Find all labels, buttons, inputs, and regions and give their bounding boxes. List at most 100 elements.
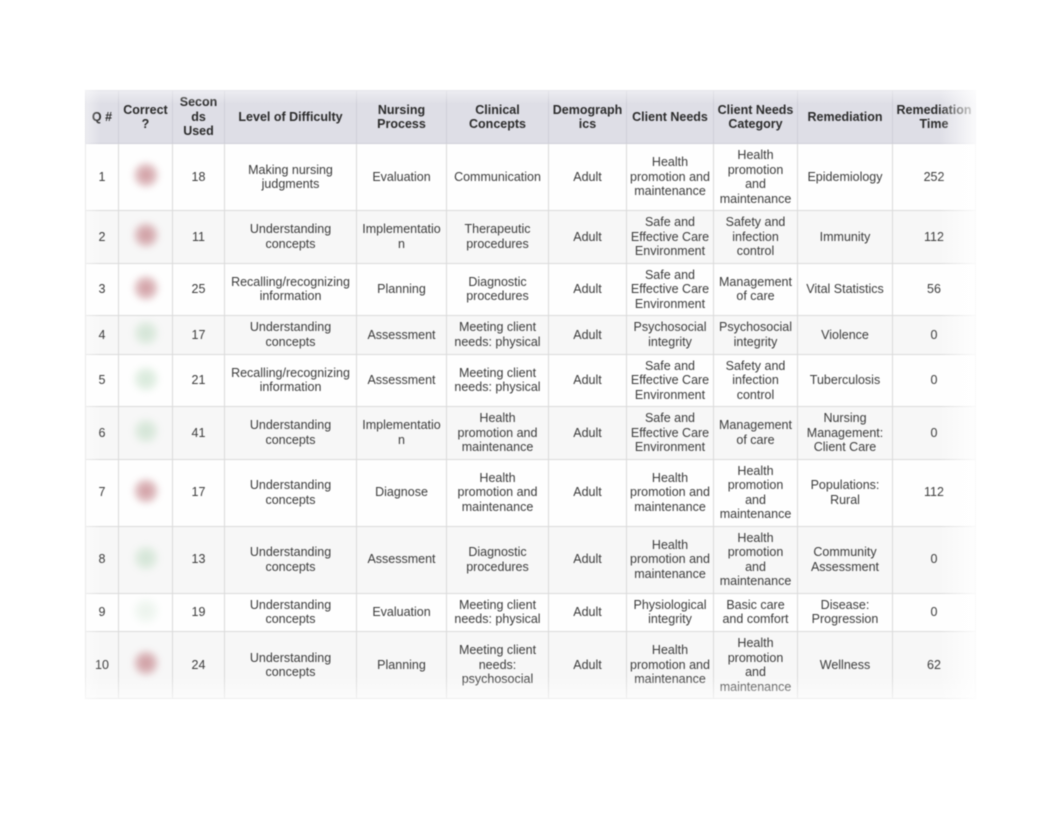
cell-cncat: Safety and infection control	[713, 353, 798, 407]
column-q-number[interactable]: Q #	[85, 90, 119, 144]
cell-cneeds: Physiological integrity	[626, 592, 714, 632]
cell-cncat: Basic care and comfort	[713, 592, 798, 632]
correct-marker-cell	[118, 406, 173, 460]
cell-cneeds: Health promotion and maintenance	[626, 631, 714, 699]
column-clinical-concepts[interactable]: Clinical Concepts	[446, 90, 549, 144]
cell-rtime: 0	[892, 315, 976, 355]
cell-cneeds: Safe and Effective Care Environment	[626, 353, 714, 407]
table-row[interactable]: 2 11 Understanding concepts Implementation T…	[85, 210, 976, 264]
incorrect-circle-icon	[132, 274, 159, 301]
cell-cconc: Therapeutic procedures	[446, 210, 549, 264]
correct-marker-cell	[118, 525, 173, 594]
cell-rtime: 62	[892, 631, 976, 699]
cell-cncat: Health promotion and maintenance	[713, 143, 798, 211]
cell-rtime: 112	[892, 458, 976, 527]
cell-secs: 17	[172, 315, 225, 355]
column-nursing-process[interactable]: Nursing Process	[356, 90, 447, 144]
cell-diff: Understanding concepts	[224, 406, 357, 460]
table-row[interactable]: 3 25 Recalling/recognizing information Plan…	[85, 262, 976, 316]
cell-cncat: Management of care	[713, 262, 798, 316]
cell-cconc: Health promotion and maintenance	[446, 458, 549, 527]
cell-diff: Recalling/recognizing information	[224, 262, 357, 316]
cell-secs: 21	[172, 353, 225, 407]
cell-secs: 19	[172, 592, 225, 632]
cell-qnum: 4	[85, 315, 119, 355]
column-client-needs[interactable]: Client Needs	[626, 90, 714, 144]
cell-cconc: Meeting client needs: psychosocial	[446, 631, 549, 699]
cell-cneeds: Health promotion and maintenance	[626, 143, 714, 211]
cell-cconc: Communication	[446, 143, 549, 211]
incorrect-circle-icon	[132, 162, 159, 189]
cell-demo: Adult	[548, 406, 627, 460]
table-row[interactable]: 10 24 Understanding concepts Planning Meetin…	[85, 631, 976, 699]
cell-remed: Community Assessment	[797, 525, 893, 594]
column-correct[interactable]: Correct?	[118, 90, 173, 144]
correct-marker-cell	[118, 353, 173, 407]
table-row[interactable]: 9 19 Understanding concepts Evaluation Meeti…	[85, 592, 976, 632]
column-seconds-used[interactable]: Seconds Used	[172, 90, 225, 144]
column-demographics[interactable]: Demographics	[548, 90, 627, 144]
cell-nproc: Planning	[356, 631, 447, 699]
cell-rtime: 0	[892, 406, 976, 460]
cell-cncat: Safety and infection control	[713, 210, 798, 264]
item-analysis-table-container: Q # Correct? Seconds Used Level of Difficul…	[55, 74, 995, 734]
cell-cneeds: Health promotion and maintenance	[626, 525, 714, 594]
correct-check-icon	[132, 544, 159, 571]
cell-cconc: Meeting client needs: physical	[446, 592, 549, 632]
cell-cncat: Management of care	[713, 406, 798, 460]
cell-remed: Populations: Rural	[797, 458, 893, 527]
cell-nproc: Evaluation	[356, 592, 447, 632]
column-level-of-difficulty[interactable]: Level of Difficulty	[224, 90, 357, 144]
correct-marker-cell	[118, 458, 173, 527]
column-client-needs-category[interactable]: Client Needs Category	[713, 90, 798, 144]
cell-nproc: Implementation	[356, 406, 447, 460]
cell-rtime: 56	[892, 262, 976, 316]
cell-secs: 41	[172, 406, 225, 460]
table-row[interactable]: 4 17 Understanding concepts Assessment Meeti…	[85, 315, 976, 355]
table-row[interactable]: 7 17 Understanding concepts Diagnose Health …	[85, 458, 976, 527]
cell-remed: Immunity	[797, 210, 893, 264]
table-row[interactable]: 1 18 Making nursing judgments Evaluation Com…	[85, 143, 976, 211]
cell-cconc: Meeting client needs: physical	[446, 315, 549, 355]
cell-demo: Adult	[548, 262, 627, 316]
cell-rtime: 0	[892, 592, 976, 632]
correct-check-icon	[132, 365, 159, 392]
cell-cncat: Psychosocial integrity	[713, 315, 798, 355]
table-row[interactable]: 8 13 Understanding concepts Assessment Diagn…	[85, 525, 976, 594]
cell-nproc: Diagnose	[356, 458, 447, 527]
cell-demo: Adult	[548, 525, 627, 594]
cell-rtime: 0	[892, 353, 976, 407]
cell-cncat: Health promotion and maintenance	[713, 458, 798, 527]
cell-cneeds: Health promotion and maintenance	[626, 458, 714, 527]
cell-qnum: 10	[85, 631, 119, 699]
column-remediation-time[interactable]: Remediation Time	[892, 90, 976, 144]
cell-nproc: Evaluation	[356, 143, 447, 211]
correct-marker-cell	[118, 592, 173, 632]
cell-secs: 11	[172, 210, 225, 264]
cell-demo: Adult	[548, 353, 627, 407]
cell-cconc: Health promotion and maintenance	[446, 406, 549, 460]
incorrect-circle-icon	[132, 222, 159, 248]
cell-secs: 13	[172, 525, 225, 594]
cell-cconc: Diagnostic procedures	[446, 262, 549, 316]
cell-secs: 17	[172, 458, 225, 527]
cell-remed: Tuberculosis	[797, 353, 893, 407]
cell-diff: Understanding concepts	[224, 592, 357, 632]
cell-remed: Epidemiology	[797, 143, 893, 211]
table-row[interactable]: 6 41 Understanding concepts Implementation H…	[85, 406, 976, 460]
cell-cneeds: Psychosocial integrity	[626, 315, 714, 355]
column-remediation[interactable]: Remediation	[797, 90, 893, 144]
cell-nproc: Planning	[356, 262, 447, 316]
cell-cneeds: Safe and Effective Care Environment	[626, 210, 714, 264]
cell-demo: Adult	[548, 458, 627, 527]
cell-nproc: Assessment	[356, 353, 447, 407]
cell-secs: 24	[172, 631, 225, 699]
correct-marker-cell	[118, 262, 173, 316]
correct-marker-cell	[118, 631, 173, 699]
cell-qnum: 7	[85, 458, 119, 527]
cell-nproc: Assessment	[356, 315, 447, 355]
cell-diff: Understanding concepts	[224, 631, 357, 699]
incorrect-circle-icon	[132, 477, 159, 504]
table-row[interactable]: 5 21 Recalling/recognizing information Asse…	[85, 353, 976, 407]
cell-secs: 18	[172, 143, 225, 211]
